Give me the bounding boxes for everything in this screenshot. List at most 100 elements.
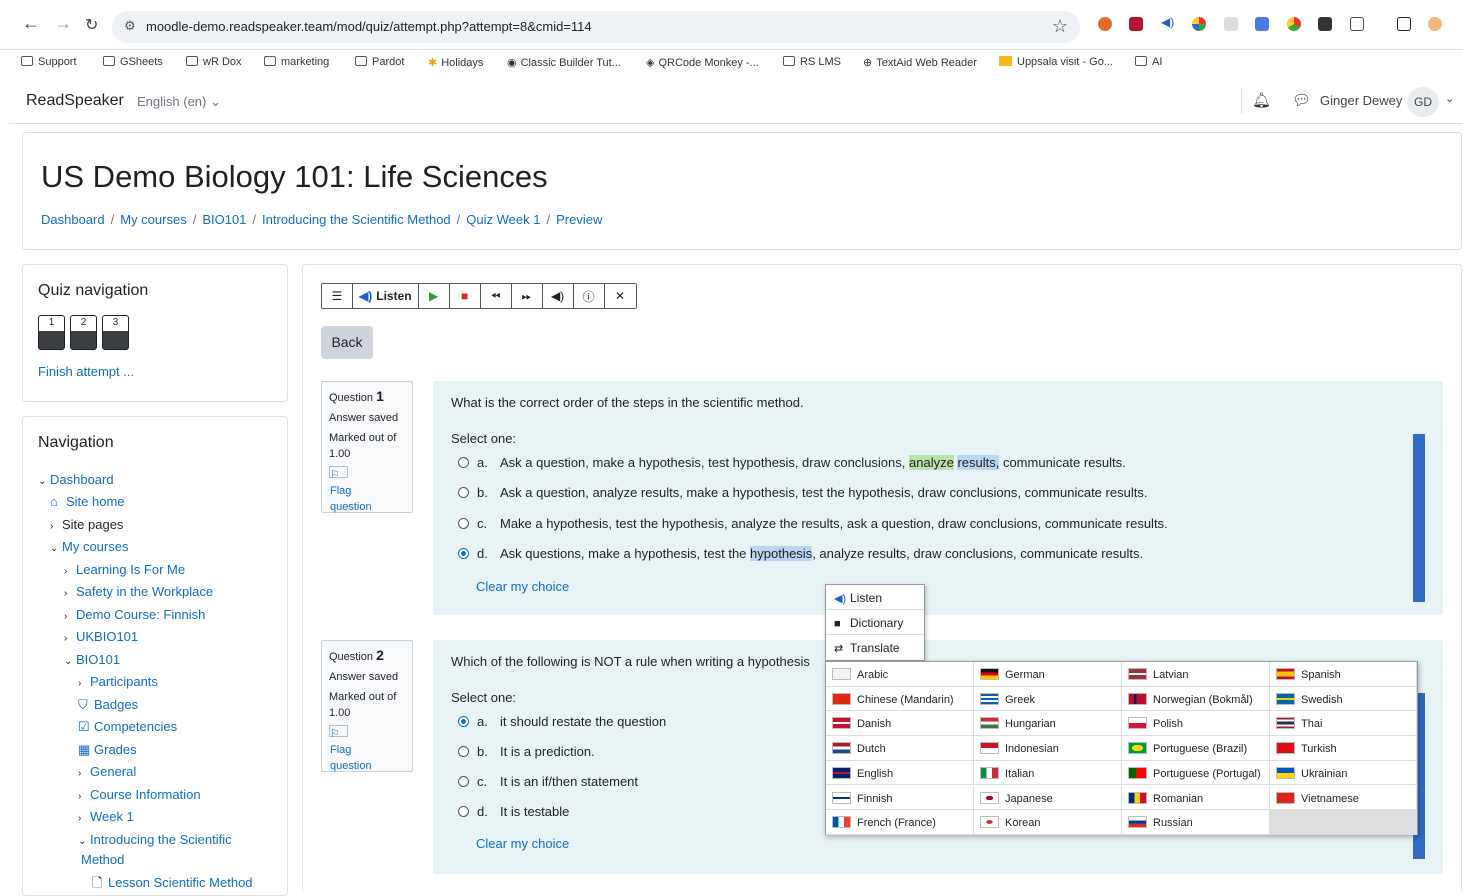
language-option-finnish[interactable]: Finnish (826, 785, 974, 811)
extensions-puzzle-icon[interactable] (1350, 17, 1364, 31)
rewind-icon[interactable]: ⏪︎ (481, 284, 512, 308)
nav-dashboard[interactable]: ⌄ Dashboard (38, 472, 114, 487)
avatar[interactable]: GD (1407, 87, 1439, 117)
notification-bell-icon[interactable]: 🔔︎ (1252, 91, 1271, 109)
q2-clear-choice-link[interactable]: Clear my choice (476, 836, 569, 851)
pinned-extension-icon[interactable] (1318, 17, 1332, 31)
nav-competencies[interactable]: ☑ Competencies (78, 719, 177, 735)
nav-course-learning[interactable]: › Learning Is For Me (64, 562, 185, 577)
extension-icon[interactable] (1098, 17, 1112, 31)
q2-radio-d[interactable] (458, 806, 469, 817)
scrollbar[interactable] (1413, 434, 1425, 602)
volume-icon[interactable]: ◀) (543, 284, 574, 308)
popup-translate[interactable]: ⇄ Translate (826, 635, 924, 660)
q1-radio-a[interactable] (458, 457, 469, 468)
quiz-nav-button-3[interactable]: 3 (102, 315, 129, 350)
breadcrumb-dashboard[interactable]: Dashboard (41, 212, 105, 227)
address-bar[interactable]: ⚙ moodle-demo.readspeaker.team/mod/quiz/… (112, 11, 1080, 43)
nav-site-pages[interactable]: › Site pages (50, 517, 123, 532)
breadcrumb-section[interactable]: Introducing the Scientific Method (262, 212, 451, 227)
breadcrumb-quiz[interactable]: Quiz Week 1 (466, 212, 540, 227)
language-option-indonesian[interactable]: Indonesian (974, 736, 1122, 761)
bookmark-gsheets[interactable]: GSheets (103, 56, 163, 68)
nav-my-courses[interactable]: ⌄ My courses (50, 539, 128, 554)
q1-option-c[interactable]: c. Make a hypothesis, test the hypothesis… (458, 516, 1168, 531)
language-option-norwegian-bokm-l[interactable]: Norwegian (Bokmål) (1122, 686, 1270, 712)
profile-icon[interactable] (1428, 17, 1442, 31)
language-option-ukrainian[interactable]: Ukrainian (1270, 760, 1417, 786)
play-icon[interactable]: ▶ (419, 284, 450, 308)
nav-participants[interactable]: › Participants (78, 674, 158, 689)
bookmark-holidays[interactable]: ✱ Holidays (428, 56, 483, 69)
nav-badges[interactable]: ⛉ Badges (78, 697, 138, 713)
language-option-spanish[interactable]: Spanish (1270, 662, 1417, 687)
q2-radio-b[interactable] (458, 746, 469, 757)
nav-course-safety[interactable]: › Safety in the Workplace (64, 584, 213, 599)
nav-lesson-scientific-method[interactable]: 🗋︎ Lesson Scientific Method (92, 874, 253, 896)
back-button[interactable]: Back (321, 326, 373, 359)
language-option-hungarian[interactable]: Hungarian (974, 711, 1122, 737)
language-option-portuguese-portugal[interactable]: Portuguese (Portugal) (1122, 760, 1270, 786)
nav-introducing-section-cont[interactable]: Method (81, 852, 124, 867)
messages-icon[interactable]: 💬︎ (1292, 91, 1311, 109)
nav-general[interactable]: › General (78, 764, 136, 779)
flag-question-2[interactable]: ⚐ Flag question (329, 725, 372, 772)
close-icon[interactable]: ✕ (605, 284, 636, 308)
breadcrumb-bio101[interactable]: BIO101 (202, 212, 246, 227)
readspeaker-ext-icon[interactable]: ◀) (1161, 15, 1175, 29)
bookmark-wr-dox[interactable]: wR Dox (186, 56, 242, 68)
language-option-arabic[interactable]: Arabic (826, 662, 974, 687)
language-option-korean[interactable]: Korean (974, 810, 1122, 835)
language-option-chinese-mandarin[interactable]: Chinese (Mandarin) (826, 686, 974, 712)
nav-introducing-section[interactable]: ⌄ Introducing the Scientific (78, 832, 232, 847)
popup-dictionary[interactable]: ■ Dictionary (826, 610, 924, 635)
info-icon[interactable]: ⓘ (574, 284, 605, 308)
q2-radio-a-selected[interactable] (458, 716, 469, 727)
site-settings-icon[interactable]: ⚙ (124, 18, 136, 34)
language-option-latvian[interactable]: Latvian (1122, 662, 1270, 687)
popup-listen[interactable]: ◀) Listen (826, 585, 924, 610)
language-option-swedish[interactable]: Swedish (1270, 686, 1417, 712)
bookmark-classic-builder[interactable]: ◉ Classic Builder Tut... (507, 56, 621, 69)
language-option-danish[interactable]: Danish (826, 711, 974, 737)
bookmark-marketing[interactable]: marketing (264, 56, 329, 68)
language-option-portuguese-brazil[interactable]: Portuguese (Brazil) (1122, 736, 1270, 761)
finish-attempt-link[interactable]: Finish attempt ... (38, 364, 134, 379)
breadcrumb-preview[interactable]: Preview (556, 212, 602, 227)
language-option-japanese[interactable]: Japanese (974, 785, 1122, 811)
language-option-turkish[interactable]: Turkish (1270, 736, 1417, 761)
language-option-french-france[interactable]: French (France) (826, 810, 974, 835)
language-option-dutch[interactable]: Dutch (826, 736, 974, 761)
nav-course-finnish[interactable]: › Demo Course: Finnish (64, 607, 205, 622)
menu-icon[interactable]: ☰ (322, 284, 353, 308)
nav-grades[interactable]: ▦ Grades (78, 742, 137, 758)
language-option-english[interactable]: English (826, 760, 974, 786)
q1-clear-choice-link[interactable]: Clear my choice (476, 579, 569, 594)
forward-arrow-icon[interactable]: → (54, 13, 72, 34)
bookmark-star-icon[interactable]: ☆ (1052, 16, 1068, 37)
q2-option-b[interactable]: b. It is a prediction. (458, 744, 595, 759)
q1-option-b[interactable]: b. Ask a question, analyze results, make … (458, 485, 1147, 500)
qr-extension-icon[interactable] (1224, 17, 1238, 31)
bookmark-pardot[interactable]: Pardot (355, 56, 404, 68)
nav-week-1[interactable]: › Week 1 (78, 809, 134, 824)
language-option-polish[interactable]: Polish (1122, 711, 1270, 737)
q2-option-c[interactable]: c. It is an if/then statement (458, 774, 638, 789)
q1-radio-b[interactable] (458, 487, 469, 498)
nav-course-ukbio101[interactable]: › UKBIO101 (64, 629, 138, 644)
ublock-icon[interactable] (1129, 17, 1143, 31)
user-name[interactable]: Ginger Dewey (1320, 93, 1402, 108)
q1-radio-d-selected[interactable] (458, 548, 469, 559)
language-option-italian[interactable]: Italian (974, 760, 1122, 786)
language-option-german[interactable]: German (974, 662, 1122, 687)
translate-extension-icon[interactable] (1255, 17, 1269, 31)
q2-option-d[interactable]: d. It is testable (458, 804, 569, 819)
language-menu[interactable]: English (en) ⌄ (137, 94, 221, 110)
nav-course-bio101[interactable]: ⌄ BIO101 (64, 652, 120, 667)
sidepanel-icon[interactable] (1397, 17, 1411, 31)
color-extension-icon[interactable] (1192, 17, 1206, 31)
bookmark-support[interactable]: Support (21, 56, 77, 68)
breadcrumb-my-courses[interactable]: My courses (120, 212, 186, 227)
bookmark-rs-lms[interactable]: RS LMS (783, 56, 841, 68)
bookmark-qrcode-monkey[interactable]: ◈ QRCode Monkey -... (646, 56, 759, 69)
